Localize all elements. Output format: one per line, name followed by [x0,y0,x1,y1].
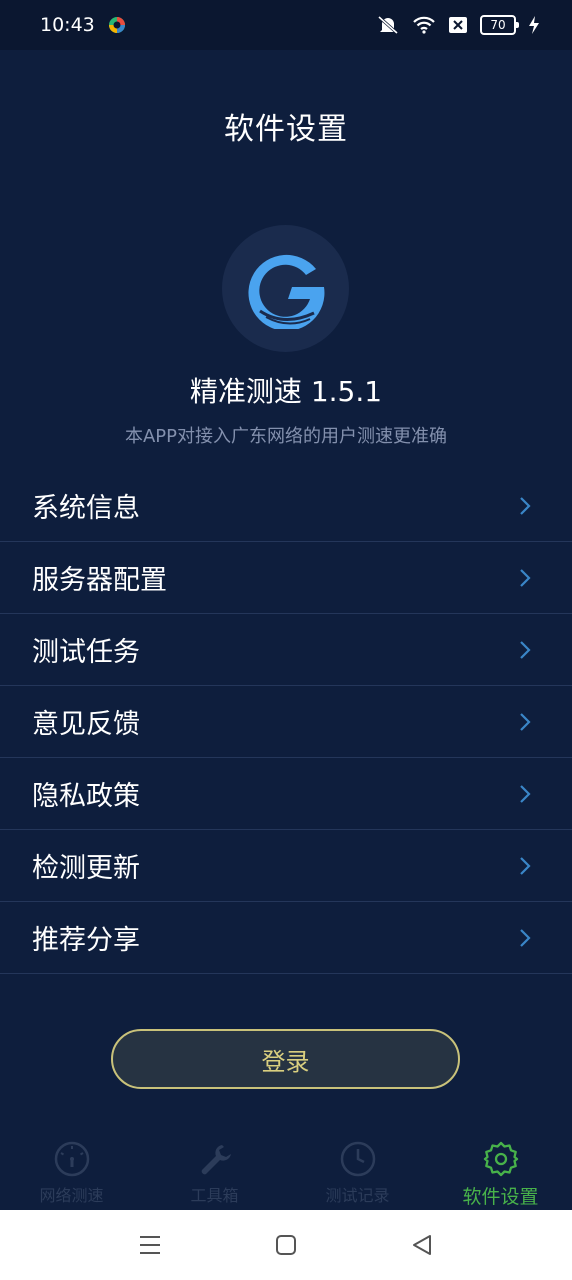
tab-label: 软件设置 [462,1186,539,1208]
menu-item-system-info[interactable]: 系统信息 [0,470,572,542]
back-icon [413,1235,431,1255]
tab-test-records[interactable]: 测试记录 [286,1130,429,1210]
menu-icon [140,1236,160,1254]
app-notification-icon [107,15,127,35]
app-description: 本APP对接入广东网络的用户测速更准确 [124,426,448,447]
g-logo-icon [248,254,324,329]
bottom-tab-bar: 网络测速 工具箱 测试记录 软件设置 [0,1130,572,1210]
clock-icon [340,1141,375,1177]
nav-back-button[interactable] [354,1234,490,1256]
menu-item-label: 检测更新 [32,853,140,884]
menu-item-share[interactable]: 推荐分享 [0,902,572,974]
nav-menu-button[interactable] [82,1234,218,1256]
nav-home-button[interactable] [218,1234,354,1256]
menu-item-label: 隐私政策 [32,781,140,812]
menu-item-privacy-policy[interactable]: 隐私政策 [0,758,572,830]
status-right: 70 [376,15,540,35]
tab-settings[interactable]: 软件设置 [429,1130,572,1210]
battery-icon: 70 [480,15,519,35]
chevron-right-icon [518,567,532,589]
sim-icon [448,16,468,34]
mute-icon [376,15,400,35]
wrench-icon [201,1145,231,1175]
menu-item-server-config[interactable]: 服务器配置 [0,542,572,614]
app-name-version: 精准测速 1.5.1 [189,375,383,408]
speedometer-icon [54,1141,89,1177]
menu-item-label: 系统信息 [32,493,140,524]
chevron-right-icon [518,495,532,517]
wifi-icon [412,15,436,35]
app-logo [222,225,349,352]
chevron-right-icon [518,855,532,877]
tab-label: 测试记录 [325,1186,390,1205]
chevron-right-icon [518,783,532,805]
charging-icon [528,15,540,35]
chevron-right-icon [518,927,532,949]
menu-item-label: 意见反馈 [32,709,140,740]
menu-item-test-tasks[interactable]: 测试任务 [0,614,572,686]
settings-menu: 系统信息 服务器配置 测试任务 意见反馈 隐私政策 检测更新 推荐分享 [0,470,572,974]
page-title: 软件设置 [224,112,348,147]
status-bar: 10:43 70 [0,0,572,50]
system-nav-bar [0,1210,572,1280]
tab-speed-test[interactable]: 网络测速 [0,1130,143,1210]
status-left: 10:43 [40,14,127,36]
gear-icon [483,1141,518,1177]
status-time: 10:43 [40,14,95,36]
tab-toolbox[interactable]: 工具箱 [143,1130,286,1210]
login-button[interactable]: 登录 [111,1029,460,1089]
menu-item-label: 测试任务 [32,637,140,668]
tab-label: 工具箱 [190,1186,239,1205]
menu-item-label: 服务器配置 [32,565,167,596]
menu-item-label: 推荐分享 [32,925,140,956]
chevron-right-icon [518,639,532,661]
tab-label: 网络测速 [39,1186,104,1205]
menu-item-check-update[interactable]: 检测更新 [0,830,572,902]
home-icon [276,1235,296,1255]
menu-item-feedback[interactable]: 意见反馈 [0,686,572,758]
chevron-right-icon [518,711,532,733]
